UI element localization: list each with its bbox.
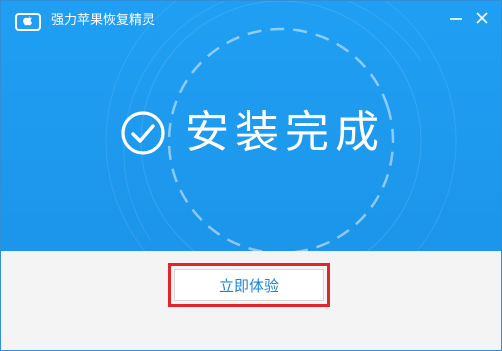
installer-window: 强力苹果恢复精灵 安装完成 立即体验 (0, 0, 502, 351)
title-bar[interactable]: 强力苹果恢复精灵 (1, 1, 501, 39)
status-text: 安装完成 (185, 107, 385, 158)
hero-panel: 强力苹果恢复精灵 安装完成 (1, 1, 501, 251)
install-complete-status: 安装完成 (119, 105, 385, 161)
check-circle-icon (121, 111, 165, 155)
app-logo-icon (15, 13, 41, 31)
app-title: 强力苹果恢复精灵 (51, 13, 156, 28)
minimize-icon[interactable] (447, 9, 465, 27)
close-icon[interactable] (473, 9, 491, 27)
footer-panel: 立即体验 (1, 251, 501, 350)
try-now-button[interactable]: 立即体验 (174, 269, 324, 301)
